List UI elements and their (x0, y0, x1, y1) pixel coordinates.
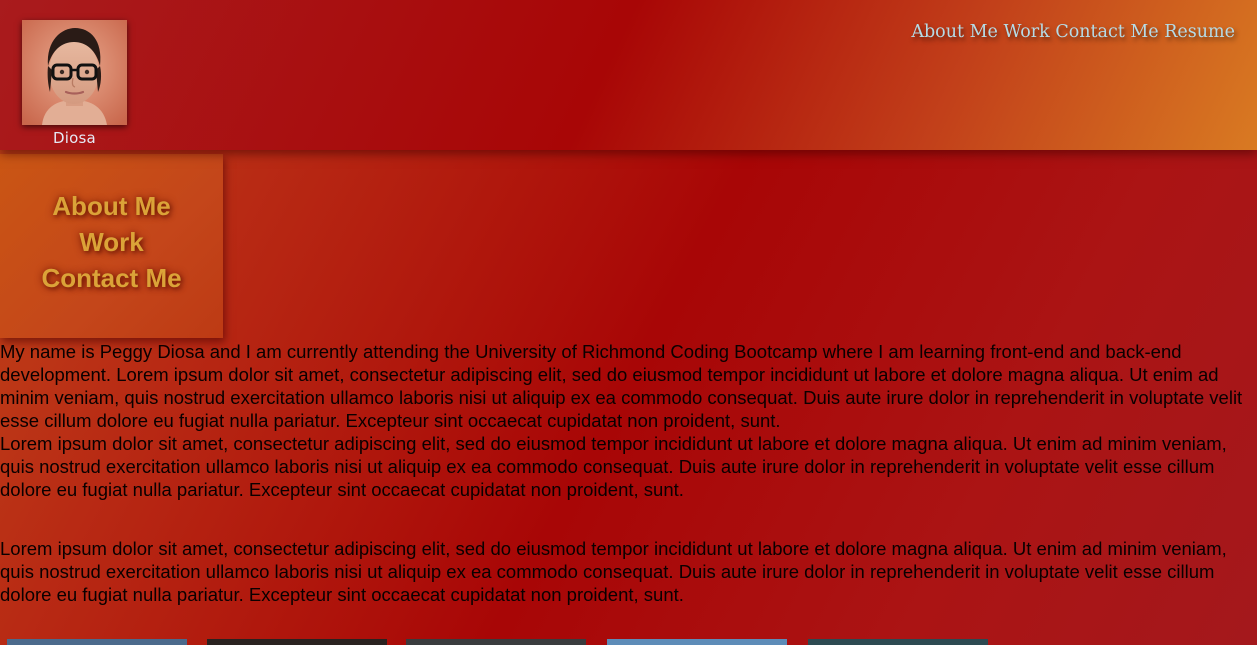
profile-photo (22, 20, 127, 125)
side-nav-contact[interactable]: Contact Me (41, 260, 181, 296)
side-nav-about[interactable]: About Me (52, 188, 170, 224)
about-section: My name is Peggy Diosa and I am currentl… (0, 340, 1257, 606)
work-thumbnail-1[interactable] (7, 639, 187, 645)
work-thumbnail-3[interactable] (406, 639, 586, 645)
site-header: Diosa About Me Work Contact Me Resume (0, 0, 1257, 150)
profile: Diosa (22, 20, 127, 147)
side-nav: About Me Work Contact Me (0, 154, 223, 338)
side-nav-work[interactable]: Work (79, 224, 144, 260)
top-nav-work[interactable]: Work (1003, 22, 1049, 42)
intro-paragraph: My name is Peggy Diosa and I am currentl… (0, 341, 1243, 431)
work-thumbnails (0, 639, 1257, 645)
body-paragraph: Lorem ipsum dolor sit amet, consectetur … (0, 433, 1227, 500)
body-paragraph-2: Lorem ipsum dolor sit amet, consectetur … (0, 538, 1227, 605)
top-nav-contact[interactable]: Contact Me (1055, 22, 1158, 42)
work-thumbnail-2[interactable] (207, 639, 387, 645)
work-thumbnail-4[interactable] (607, 639, 787, 645)
top-nav: About Me Work Contact Me Resume (911, 22, 1235, 42)
profile-name: Diosa (53, 129, 96, 147)
top-nav-resume[interactable]: Resume (1164, 22, 1235, 42)
top-nav-about[interactable]: About Me (911, 22, 998, 42)
work-thumbnail-5[interactable] (808, 639, 988, 645)
